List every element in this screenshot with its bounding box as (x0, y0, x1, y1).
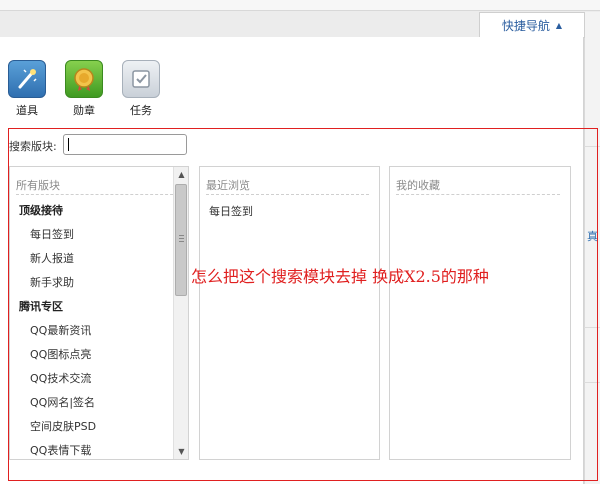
forum-list: 顶级接待 每日签到 新人报道 新手求助 腾讯专区 QQ最新资讯 QQ图标点亮 Q… (10, 199, 172, 463)
scroll-up-arrow-icon[interactable]: ▲ (174, 167, 189, 182)
recent-browse-column: 最近浏览 每日签到 (199, 166, 380, 460)
forum-item[interactable]: QQ技术交流 (10, 367, 172, 391)
forum-list-scrollbar[interactable]: ▲ ▼ (173, 167, 188, 459)
tool-item-task[interactable]: 任务 (122, 60, 160, 118)
forum-group[interactable]: 腾讯专区 (10, 295, 172, 319)
task-check-icon (122, 60, 160, 98)
forum-group[interactable]: 顶级接待 (10, 199, 172, 223)
all-forums-title: 所有版块 (16, 179, 60, 192)
scroll-down-arrow-icon[interactable]: ▼ (174, 444, 189, 459)
tool-shortcuts: 道具 勋章 任务 (8, 60, 160, 118)
divider (206, 194, 369, 195)
recent-item[interactable]: 每日签到 (209, 203, 253, 219)
all-forums-column: 所有版块 顶级接待 每日签到 新人报道 新手求助 腾讯专区 QQ最新资讯 QQ图… (9, 166, 189, 460)
top-bar (0, 0, 600, 11)
magic-wand-icon (8, 60, 46, 98)
tool-label: 任务 (130, 104, 152, 117)
forum-item[interactable]: 新手求助 (10, 271, 172, 295)
forum-item[interactable]: QQ图标点亮 (10, 343, 172, 367)
tool-label: 道具 (16, 104, 38, 117)
text-cursor (68, 138, 69, 151)
quick-nav-button[interactable]: 快捷导航 ▲ (479, 12, 585, 38)
tool-item-medal[interactable]: 勋章 (65, 60, 103, 118)
favorites-column: 我的收藏 (389, 166, 571, 460)
forum-item[interactable]: QQ网名|签名 (10, 391, 172, 415)
scroll-thumb[interactable] (175, 184, 187, 296)
forum-item[interactable]: 空间皮肤PSD (10, 415, 172, 439)
annotation-text: 怎么把这个搜索模块去掉 换成X2.5的那种 (191, 267, 489, 286)
favorites-title: 我的收藏 (396, 179, 440, 192)
search-label: 搜索版块: (9, 140, 57, 153)
divider (396, 194, 560, 195)
medal-icon (65, 60, 103, 98)
divider (16, 194, 178, 195)
tool-label: 勋章 (73, 104, 95, 117)
recent-browse-title: 最近浏览 (206, 179, 250, 192)
search-input[interactable] (63, 134, 187, 155)
grip-icon (179, 235, 184, 242)
tool-item-props[interactable]: 道具 (8, 60, 46, 118)
caret-up-icon: ▲ (555, 21, 563, 30)
forum-item[interactable]: 新人报道 (10, 247, 172, 271)
forum-item[interactable]: 每日签到 (10, 223, 172, 247)
forum-item[interactable]: QQ表情下载 (10, 439, 172, 463)
forum-item[interactable]: QQ最新资讯 (10, 319, 172, 343)
quick-nav-label: 快捷导航 (501, 19, 550, 33)
